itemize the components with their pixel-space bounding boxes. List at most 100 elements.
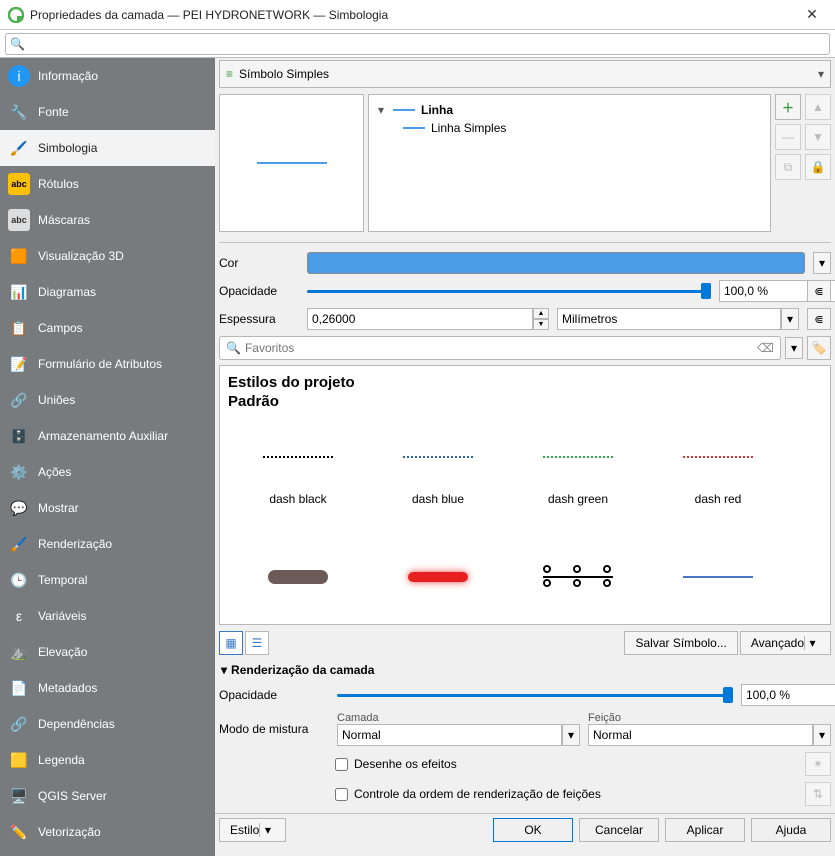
sidebar-item-display[interactable]: 💬Mostrar	[0, 490, 215, 526]
move-up-button[interactable]: ▲	[805, 94, 831, 120]
duplicate-layer-button[interactable]: ⧉	[775, 154, 801, 180]
apply-label: Aplicar	[687, 823, 724, 837]
lock-button[interactable]: 🔒	[805, 154, 831, 180]
sidebar-label: Informação	[38, 69, 98, 83]
chevron-down-icon: ▾	[804, 636, 820, 650]
list-view-button[interactable]: ☰	[245, 631, 269, 655]
unit-value[interactable]	[557, 308, 781, 330]
doc-icon: 📄	[8, 677, 30, 699]
grid-view-button[interactable]: ▦	[219, 631, 243, 655]
join-icon: 🔗	[8, 389, 30, 411]
cancel-button[interactable]: Cancelar	[579, 818, 659, 842]
style-item-pill-dark[interactable]	[228, 532, 368, 625]
sidebar-item-variables[interactable]: εVariáveis	[0, 598, 215, 634]
sidebar-item-auxstorage[interactable]: 🗄️Armazenamento Auxiliar	[0, 418, 215, 454]
sidebar-item-3dview[interactable]: 🟧Visualização 3D	[0, 238, 215, 274]
sidebar-item-legend[interactable]: 🟨Legenda	[0, 742, 215, 778]
sidebar-item-actions[interactable]: ⚙️Ações	[0, 454, 215, 490]
layer-rendering-toggle[interactable]: ▾ Renderização da camada	[215, 659, 835, 681]
tags-button[interactable]: 🏷️	[807, 336, 831, 360]
order-control-checkbox[interactable]	[335, 788, 348, 801]
color-options-button[interactable]: ▾	[813, 252, 831, 274]
style-item-pill-red[interactable]	[368, 532, 508, 625]
style-menu-button[interactable]: Estilo▾	[219, 818, 286, 842]
width-spinbox[interactable]: ▲▼	[307, 308, 549, 330]
width-expression-button[interactable]: ⋐	[807, 308, 831, 330]
info-icon: i	[8, 65, 30, 87]
elevation-icon: ⛰️	[8, 641, 30, 663]
render-opacity-value[interactable]	[741, 684, 835, 706]
sidebar-label: Formulário de Atributos	[38, 357, 162, 371]
sidebar-item-joins[interactable]: 🔗Uniões	[0, 382, 215, 418]
sidebar-item-digitize[interactable]: ✏️Vetorização	[0, 814, 215, 850]
sidebar-item-diagrams[interactable]: 📊Diagramas	[0, 274, 215, 310]
dash-green-icon	[543, 456, 613, 458]
sidebar-item-temporal[interactable]: 🕒Temporal	[0, 562, 215, 598]
renderer-dropdown[interactable]: ≡ Símbolo Simples ▾	[219, 60, 831, 88]
blend-layer-dropdown[interactable]: ▾	[337, 724, 580, 746]
sidebar-item-rendering[interactable]: 🖌️Renderização	[0, 526, 215, 562]
remove-layer-button[interactable]: —	[775, 124, 801, 150]
opacity-spinbox[interactable]: ▲▼	[719, 280, 799, 302]
render-opacity-slider[interactable]	[337, 684, 733, 706]
width-value[interactable]	[307, 308, 533, 330]
favorites-input[interactable]	[245, 341, 757, 355]
favorites-search[interactable]: 🔍 ⌫	[219, 336, 781, 360]
spin-down[interactable]: ▼	[533, 319, 549, 330]
sidebar-label: QGIS Server	[38, 789, 107, 803]
spin-up[interactable]: ▲	[533, 308, 549, 319]
advanced-button[interactable]: Avançado▾	[740, 631, 831, 655]
sidebar-item-dependencies[interactable]: 🔗Dependências	[0, 706, 215, 742]
ok-button[interactable]: OK	[493, 818, 573, 842]
move-down-button[interactable]: ▼	[805, 124, 831, 150]
apply-button[interactable]: Aplicar	[665, 818, 745, 842]
sidebar-label: Legenda	[38, 753, 85, 767]
sidebar-item-source[interactable]: 🔧Fonte	[0, 94, 215, 130]
sidebar-item-labels[interactable]: abcRótulos	[0, 166, 215, 202]
unit-dropdown[interactable]: ▾	[557, 308, 799, 330]
divider	[219, 242, 831, 243]
favorites-filter-button[interactable]: ▾	[785, 337, 803, 359]
sidebar-item-attrform[interactable]: 📝Formulário de Atributos	[0, 346, 215, 382]
style-item-arrows-line[interactable]	[508, 532, 648, 625]
style-item-solid-blue[interactable]	[648, 532, 788, 625]
order-settings-button[interactable]: ⇅	[805, 782, 831, 806]
sidebar-item-fields[interactable]: 📋Campos	[0, 310, 215, 346]
sidebar-item-symbology[interactable]: 🖌️Simbologia	[0, 130, 215, 166]
add-layer-button[interactable]: ＋	[775, 94, 801, 120]
chevron-down-icon[interactable]: ▾	[813, 724, 831, 746]
symbol-layers-tree[interactable]: ▾ Linha Linha Simples	[368, 94, 771, 232]
opacity-expression-button[interactable]: ⋐	[807, 280, 831, 302]
opacity-slider[interactable]	[307, 280, 711, 302]
styles-list[interactable]: Estilos do projeto Padrão dash black das…	[219, 365, 831, 625]
collapse-icon[interactable]: ▾	[375, 103, 387, 117]
style-item-dash-black[interactable]: dash black	[228, 412, 368, 532]
sidebar-item-elevation[interactable]: ⛰️Elevação	[0, 634, 215, 670]
blend-layer-value[interactable]	[337, 724, 562, 746]
color-picker[interactable]	[307, 252, 805, 274]
sidebar-item-information[interactable]: i Informação	[0, 58, 215, 94]
clear-icon[interactable]: ⌫	[757, 341, 774, 355]
sidebar-item-masks[interactable]: abcMáscaras	[0, 202, 215, 238]
tree-root-item[interactable]: ▾ Linha	[375, 101, 764, 119]
sidebar-item-metadata[interactable]: 📄Metadados	[0, 670, 215, 706]
sidebar-item-server[interactable]: 🖥️QGIS Server	[0, 778, 215, 814]
save-symbol-button[interactable]: Salvar Símbolo...	[624, 631, 737, 655]
effects-settings-button[interactable]: ✴	[805, 752, 831, 776]
search-icon: 🔍	[10, 37, 25, 51]
close-button[interactable]: ✕	[797, 6, 827, 23]
render-opacity-spinbox[interactable]: ▲▼	[741, 684, 831, 706]
blend-feature-dropdown[interactable]: ▾	[588, 724, 831, 746]
chevron-down-icon[interactable]: ▾	[562, 724, 580, 746]
search-input[interactable]	[5, 33, 830, 55]
style-item-dash-green[interactable]: dash green	[508, 412, 648, 532]
paint-icon: 🖌️	[8, 533, 30, 555]
style-item-dash-blue[interactable]: dash blue	[368, 412, 508, 532]
chevron-down-icon[interactable]: ▾	[781, 308, 799, 330]
tree-child-item[interactable]: Linha Simples	[375, 119, 764, 137]
style-item-dash-red[interactable]: dash red	[648, 412, 788, 532]
arrows-line-icon	[543, 567, 613, 587]
blend-feature-value[interactable]	[588, 724, 813, 746]
help-button[interactable]: Ajuda	[751, 818, 831, 842]
draw-effects-checkbox[interactable]	[335, 758, 348, 771]
